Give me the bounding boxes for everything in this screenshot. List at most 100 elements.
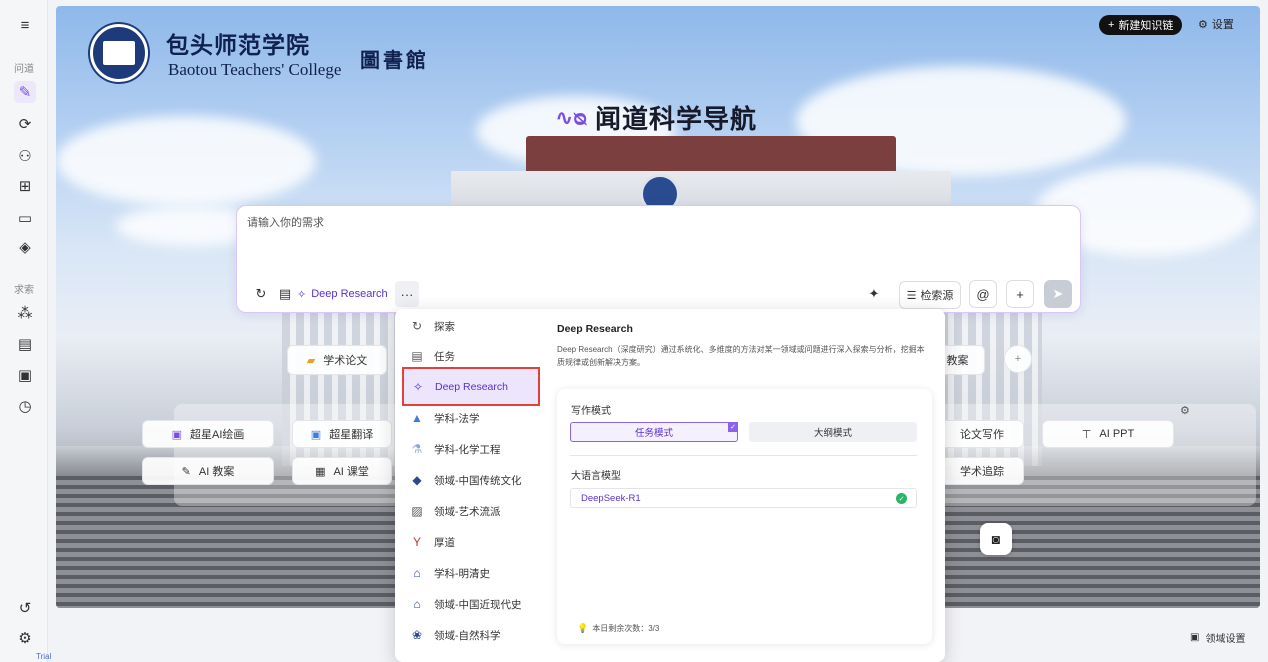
domain-settings-button[interactable]: ▣ 领域设置: [1190, 630, 1245, 645]
item-label: 探索: [434, 320, 455, 333]
magic-wand-icon[interactable]: ✦: [863, 281, 885, 307]
dropdown-item-law[interactable]: ▲ 学科-法学: [403, 405, 539, 431]
item-label: 领域-中国近现代史: [434, 598, 522, 611]
dropdown-item-task[interactable]: ▤ 任务: [403, 343, 539, 369]
add-button[interactable]: +: [1006, 280, 1034, 308]
dropdown-item-chemistry[interactable]: ⚗ 学科-化学工程: [403, 436, 539, 462]
domain-settings-label: 领域设置: [1205, 634, 1246, 645]
chip-label: AI 课堂: [333, 466, 369, 478]
query-input[interactable]: [247, 214, 1067, 274]
folder-icon: ▰: [306, 354, 316, 367]
settings-button[interactable]: ⚙ 设置: [1198, 16, 1234, 32]
sidebar-item-ai-icon[interactable]: ⟳: [14, 113, 36, 135]
history-icon[interactable]: ↺: [14, 597, 36, 619]
settings-label: 设置: [1211, 19, 1234, 31]
add-chip-button[interactable]: +: [1004, 345, 1032, 373]
college-name-cn: 包头师范学院: [166, 32, 310, 59]
lightbulb-icon: 💡: [577, 623, 589, 633]
daily-quota: 💡 本日剩余次数：3/3: [577, 623, 659, 634]
item-label: Deep Research: [435, 380, 508, 393]
mode-label: Deep Research: [311, 288, 388, 300]
mode-detail-panel: Deep Research Deep Research（深度研究）通过系统化、多…: [557, 309, 935, 662]
brand: ∿ᴓ 闻道科学导航: [555, 99, 757, 136]
sidebar-item-book-icon[interactable]: ▭: [14, 207, 36, 229]
sidebar-item-database-icon[interactable]: ▤: [14, 333, 36, 355]
llm-label: 大语言模型: [571, 471, 621, 482]
history-icon: ⌂: [413, 566, 421, 580]
dropdown-item-deep-research[interactable]: ✧ Deep Research: [402, 367, 540, 406]
dropdown-item-modern-history[interactable]: ⌂ 领域-中国近现代史: [403, 591, 539, 617]
check-circle-icon: ✓: [896, 493, 907, 504]
writing-mode-label: 写作模式: [571, 406, 611, 417]
outline-mode-option[interactable]: 大纲模式: [749, 422, 917, 442]
sidebar-item-video-icon[interactable]: ▣: [14, 364, 36, 386]
trophy-icon: Y: [412, 535, 421, 549]
domain-settings-icon: ▣: [1190, 632, 1200, 643]
sidebar-item-agent-icon[interactable]: ⚇: [14, 145, 36, 167]
query-input-box: ↻ ▤ ✧ Deep Research ··· ✦ ☰ 检索源 @ + ➤: [236, 205, 1081, 313]
explore-icon: ↻: [411, 319, 423, 333]
chemistry-icon: ⚗: [411, 442, 423, 456]
dropdown-item-nature[interactable]: ❀ 领域-自然科学: [403, 622, 539, 648]
source-label: 检索源: [920, 290, 954, 302]
detail-title: Deep Research: [557, 323, 633, 335]
sidebar-item-network-icon[interactable]: ⁂: [14, 302, 36, 324]
option-label: 任务模式: [634, 428, 673, 439]
dropdown-item-culture[interactable]: ◆ 领域-中国传统文化: [403, 467, 539, 493]
culture-icon: ◆: [412, 473, 422, 487]
academic-tracking-chip[interactable]: 学术追踪: [940, 457, 1024, 485]
dropdown-item-ming-qing-history[interactable]: ⌂ 学科-明清史: [403, 560, 539, 586]
task-list-icon[interactable]: ▤: [275, 281, 295, 307]
item-label: 任务: [434, 350, 455, 363]
deep-research-mode-button[interactable]: ✧ Deep Research: [297, 281, 388, 307]
chaoxing-translate-chip[interactable]: ▣ 超星翻译: [292, 420, 392, 448]
sidebar-item-apps-icon[interactable]: ⊞: [14, 175, 36, 197]
ai-class-chip[interactable]: ▦ AI 课堂: [292, 457, 392, 485]
task-icon: ▤: [411, 349, 423, 363]
item-label: 学科-化学工程: [434, 443, 501, 456]
sidebar-item-calendar-icon[interactable]: ◷: [14, 395, 36, 417]
detail-description: Deep Research（深度研究）通过系统化、多维度的方法对某一领域或问题进…: [557, 345, 925, 367]
check-icon: ✓: [728, 422, 738, 432]
sidebar-item-layers-icon[interactable]: ◈: [14, 236, 36, 258]
send-button[interactable]: ➤: [1044, 280, 1072, 308]
ai-lesson-plan-chip[interactable]: ✎ AI 教案: [142, 457, 274, 485]
mode-dropdown: ↻ 探索 ▤ 任务 ✧ Deep Research ▲ 学科-法学 ⚗ 学科-化…: [395, 309, 945, 662]
more-options-button[interactable]: ···: [395, 281, 419, 307]
settings-gear-icon[interactable]: ⚙: [14, 627, 36, 649]
academic-paper-chip[interactable]: ▰ 学术论文: [287, 345, 387, 375]
pen-icon: ✎: [181, 465, 191, 478]
paper-writing-chip[interactable]: 论文写作: [940, 420, 1024, 448]
model-select[interactable]: DeepSeek-R1 ✓: [570, 488, 917, 508]
chips-settings-gear-icon[interactable]: ⚙: [1180, 404, 1190, 417]
dropdown-item-explore[interactable]: ↻ 探索: [403, 313, 539, 339]
mention-button[interactable]: @: [969, 280, 997, 308]
quota-text: 本日剩余次数：3/3: [592, 624, 660, 633]
sidebar-section-wendao: 问道: [14, 64, 34, 75]
refresh-icon[interactable]: ↻: [251, 281, 271, 307]
ai-ppt-chip[interactable]: ⊤ AI PPT: [1042, 420, 1174, 448]
paint-icon: ▣: [171, 428, 182, 441]
search-source-button[interactable]: ☰ 检索源: [899, 281, 961, 309]
sidebar-item-new-chat-icon[interactable]: ✎: [14, 81, 36, 103]
telescope-icon: ✧: [297, 288, 307, 301]
sidebar-section-qiusuo: 求索: [14, 285, 34, 296]
filter-icon: ☰: [906, 289, 917, 302]
hamburger-icon[interactable]: ≡: [14, 14, 36, 36]
new-chain-label: 新建知识链: [1118, 20, 1174, 32]
presentation-icon: ⊤: [1081, 428, 1092, 441]
model-value: DeepSeek-R1: [581, 492, 641, 504]
chip-label: 学术论文: [323, 355, 368, 367]
task-mode-option[interactable]: 任务模式 ✓: [570, 422, 738, 442]
dropdown-item-art[interactable]: ▨ 领域-艺术流派: [403, 498, 539, 524]
config-card: 写作模式 任务模式 ✓ 大纲模式 大语言模型 DeepSeek-R1 ✓ 💡 本…: [557, 389, 932, 644]
new-knowledge-chain-button[interactable]: + 新建知识链: [1099, 15, 1183, 35]
chaoxing-ai-draw-chip[interactable]: ▣ 超星AI绘画: [142, 420, 274, 448]
dropdown-item-houdao[interactable]: Y 厚道: [403, 529, 539, 555]
trial-label: Trial: [36, 652, 52, 661]
assistant-bot-icon[interactable]: ◙: [980, 523, 1012, 555]
item-label: 学科-明清史: [434, 567, 490, 580]
item-label: 厚道: [434, 536, 455, 549]
plus-icon: +: [1108, 19, 1115, 31]
college-seal-logo: [90, 24, 148, 82]
